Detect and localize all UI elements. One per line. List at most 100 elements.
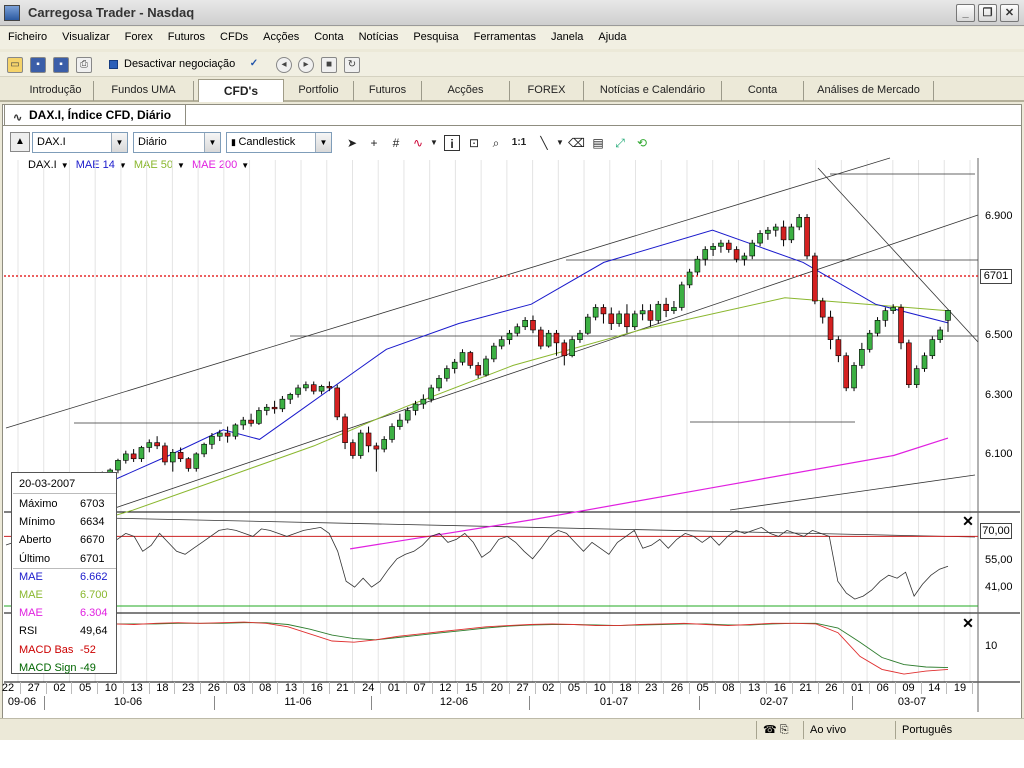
menu-forex[interactable]: Forex [117, 27, 160, 43]
candle-body [819, 300, 826, 318]
print-icon[interactable]: ⎙ [76, 57, 92, 73]
tab-portfolio[interactable]: Portfolio [284, 81, 354, 101]
pointer-icon[interactable]: ➤ [344, 135, 360, 151]
candle[interactable] [913, 365, 920, 388]
candle[interactable] [678, 281, 685, 311]
chevron-down-icon[interactable]: ▼ [315, 133, 331, 152]
candle-body [514, 326, 521, 334]
maximize-button[interactable]: ❐ [978, 4, 997, 22]
date-axis: 22 27 02 05 10 13 18 23 26 03 08 13 16 21 24 01 07 12 15 20… [2, 682, 978, 712]
candle[interactable] [538, 326, 544, 350]
deactivate-trading-button[interactable]: Desactivar negociação [124, 58, 235, 70]
period-select[interactable]: Diário ▼ [133, 132, 221, 153]
candle[interactable] [584, 313, 591, 335]
tab-forex[interactable]: FOREX [510, 81, 584, 101]
month-separator [529, 696, 530, 710]
close-macd-icon[interactable]: ✕ [962, 616, 974, 630]
chevron-down-icon[interactable]: ▼ [241, 161, 249, 170]
chevron-down-icon[interactable]: ▼ [111, 133, 127, 152]
chevron-down-icon[interactable]: ▼ [177, 161, 185, 170]
language-status: Português [895, 721, 1024, 739]
collapse-up-icon[interactable]: ▲ [10, 132, 30, 152]
date-tick-label: 03 [233, 682, 246, 694]
candle[interactable] [898, 304, 904, 350]
trading-toggle-icon[interactable] [109, 60, 118, 69]
date-tick-label: 15 [465, 682, 478, 694]
candle-body [718, 242, 724, 247]
tab-accoes[interactable]: Acções [422, 81, 510, 101]
chart-settings-icon[interactable]: ▤ [590, 135, 606, 151]
back-icon[interactable]: ◂ [276, 57, 292, 73]
refresh-chart-icon[interactable]: ⟲ [634, 135, 650, 151]
tab-analises-mercado[interactable]: Análises de Mercado [804, 81, 934, 101]
menu-janela[interactable]: Janela [543, 27, 590, 43]
chevron-down-icon[interactable]: ▼ [61, 161, 69, 170]
legend-mae200[interactable]: MAE 200 [192, 159, 237, 171]
candle[interactable] [569, 336, 575, 358]
crosshair-icon[interactable]: + [366, 135, 382, 151]
legend-symbol[interactable]: DAX.I [28, 159, 57, 171]
candle-body [624, 313, 630, 328]
info-icon[interactable]: i [444, 135, 460, 151]
chevron-down-icon[interactable]: ▼ [119, 161, 127, 170]
date-tick-label: 14 [928, 682, 941, 694]
save-as-icon[interactable]: ▪ [53, 57, 69, 73]
candle[interactable] [851, 362, 857, 392]
chevron-down-icon[interactable]: ▼ [552, 135, 568, 151]
candle[interactable] [812, 252, 818, 305]
menu-visualizar[interactable]: Visualizar [54, 27, 117, 43]
candle-body [193, 453, 200, 469]
menu-futuros[interactable]: Futuros [160, 27, 212, 43]
refresh-icon[interactable]: ↻ [344, 57, 360, 73]
menu-pesquisa[interactable]: Pesquisa [405, 27, 465, 43]
grid-icon[interactable]: # [388, 135, 404, 151]
chart-style-select[interactable]: ▮ Candlestick ▼ [226, 132, 332, 153]
zoom-reset-icon[interactable]: 1:1 [511, 135, 527, 151]
tab-conta[interactable]: Conta [722, 81, 804, 101]
menu-ferramentas[interactable]: Ferramentas [466, 27, 543, 43]
close-button[interactable]: ✕ [1000, 4, 1019, 22]
candle[interactable] [929, 336, 936, 359]
open-folder-icon[interactable]: ▭ [7, 57, 23, 73]
indicator-icon[interactable]: ∿ [410, 135, 426, 151]
candle-body [655, 303, 662, 321]
symbol-select[interactable]: DAX.I ▼ [32, 132, 128, 153]
menu-cfds[interactable]: CFDs [212, 27, 255, 43]
tab-introducao[interactable]: Introdução [18, 81, 94, 101]
stop-icon[interactable]: ■ [321, 57, 337, 73]
tab-noticias-calendario[interactable]: Notícias e Calendário [584, 81, 722, 101]
menu-accoes[interactable]: Acções [255, 27, 306, 43]
tab-cfds[interactable]: CFD's [198, 79, 284, 102]
candle[interactable] [804, 214, 810, 260]
menu-conta[interactable]: Conta [306, 27, 350, 43]
menu-ficheiro[interactable]: Ficheiro [0, 27, 54, 43]
chevron-down-icon[interactable]: ▼ [204, 133, 220, 152]
trendline-icon[interactable]: ╲ [536, 135, 552, 151]
close-rsi-icon[interactable]: ✕ [962, 514, 974, 528]
scale-icon[interactable]: ⤢ [612, 135, 628, 151]
candle[interactable] [162, 442, 168, 466]
legend-mae14[interactable]: MAE 14 [76, 159, 115, 171]
candle[interactable] [843, 352, 850, 392]
zoom-area-icon[interactable]: ⊡ [466, 135, 482, 151]
tab-futuros[interactable]: Futuros [354, 81, 422, 101]
chart-document-tab[interactable]: ∿ DAX.I, Índice CFD, Diário [4, 104, 186, 126]
legend-mae50[interactable]: MAE 50 [134, 159, 173, 171]
tab-fundos-uma[interactable]: Fundos UMA [94, 81, 194, 101]
chevron-down-icon[interactable]: ▼ [426, 135, 442, 151]
check-icon[interactable]: ✓ [246, 57, 262, 73]
candle[interactable] [906, 339, 912, 388]
candle[interactable] [655, 301, 662, 324]
minimize-button[interactable]: _ [956, 4, 975, 22]
menu-ajuda[interactable]: Ajuda [590, 27, 633, 43]
zoom-icon[interactable]: ⌕ [488, 135, 504, 151]
candle[interactable] [357, 429, 364, 459]
candle-body [232, 424, 239, 437]
eraser-icon[interactable]: ⌫ [568, 135, 585, 151]
menu-noticias[interactable]: Notícias [351, 27, 406, 43]
candle[interactable] [334, 384, 341, 421]
forward-icon[interactable]: ▸ [298, 57, 314, 73]
candle[interactable] [866, 329, 873, 353]
save-icon[interactable]: ▪ [30, 57, 46, 73]
candle[interactable] [483, 355, 489, 377]
